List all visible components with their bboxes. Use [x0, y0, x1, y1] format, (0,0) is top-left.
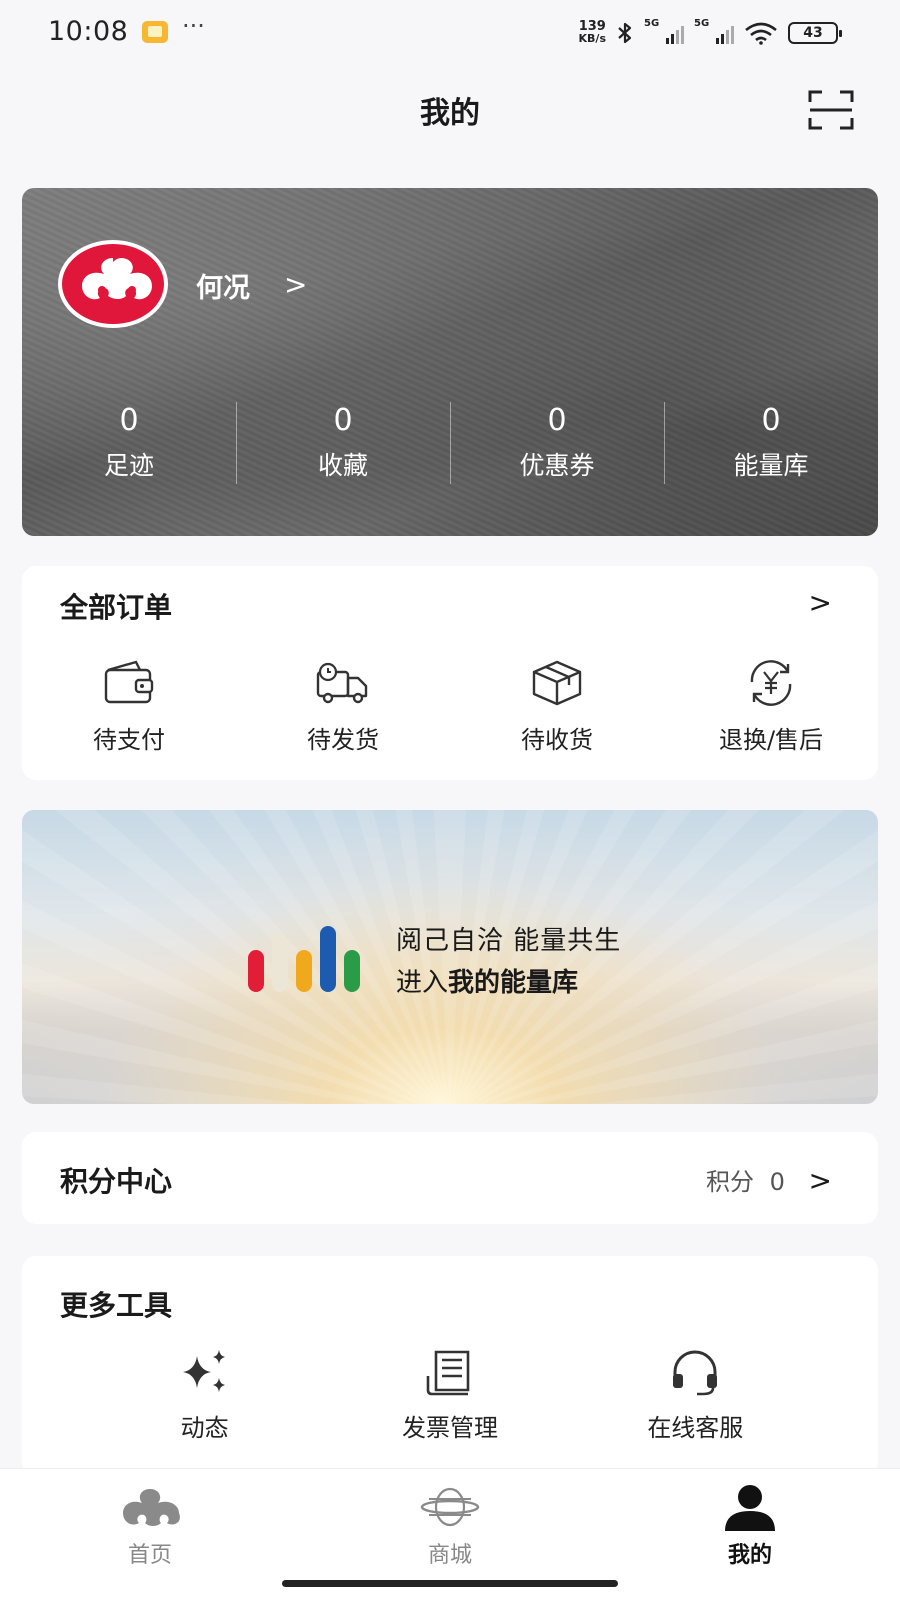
avatar[interactable]: [58, 240, 168, 328]
tool-label: 发票管理: [401, 1414, 498, 1442]
wifi-icon: [745, 22, 777, 45]
signal-1-tag: 5G: [644, 18, 660, 29]
wallet-icon: [104, 660, 154, 704]
order-label: 待发货: [307, 726, 379, 754]
home-cloud-icon: [123, 1489, 180, 1526]
points-summary[interactable]: 积分 0 >: [706, 1162, 832, 1197]
tab-label: 首页: [127, 1543, 172, 1568]
home-indicator[interactable]: [282, 1580, 618, 1587]
tab-label: 商城: [427, 1543, 472, 1568]
banner-cta-bold: 我的能量库: [448, 968, 579, 998]
stat-value: 0: [119, 403, 139, 438]
tool-invoice[interactable]: 发票管理: [327, 1346, 572, 1443]
tab-mine[interactable]: 我的: [600, 1469, 900, 1600]
stat-value: 0: [547, 403, 567, 438]
points-value: 0: [769, 1168, 785, 1196]
tools-title: 更多工具: [60, 1289, 173, 1322]
profile-card: 何况 > 0 足迹 0 收藏 0 优惠券 0 能量库: [22, 188, 878, 536]
stat-footprint[interactable]: 0 足迹: [22, 402, 236, 492]
tool-feed[interactable]: 动态: [82, 1346, 327, 1443]
stat-value: 0: [761, 403, 781, 438]
battery-indicator: 43: [788, 22, 842, 44]
orders-title[interactable]: 全部订单: [60, 586, 172, 626]
network-speed-unit: KB/s: [578, 32, 606, 45]
order-label: 待支付: [93, 726, 165, 754]
tab-home[interactable]: 首页: [0, 1469, 300, 1600]
energy-vault-banner[interactable]: 阅己自洽 能量共生 进入我的能量库: [22, 810, 878, 1104]
energy-bar: [272, 934, 288, 992]
stat-label: 足迹: [103, 451, 154, 480]
stat-label: 收藏: [317, 451, 368, 480]
person-icon: [725, 1485, 775, 1531]
profile-stats: 0 足迹 0 收藏 0 优惠券 0 能量库: [22, 402, 878, 492]
signal-1-icon: 5G: [644, 18, 684, 44]
stat-favorites[interactable]: 0 收藏: [236, 402, 450, 492]
status-indicators: 139 KB/s 5G 5G 43: [578, 18, 842, 48]
energy-bar: [248, 950, 264, 992]
signal-2-tag: 5G: [694, 18, 710, 29]
orders-chevron-icon[interactable]: >: [809, 586, 832, 619]
order-label: 退换/售后: [718, 726, 824, 754]
package-box-icon: [532, 660, 582, 706]
tools-card: 更多工具 动态 发票管理 在线客服: [22, 1256, 878, 1476]
stat-value: 0: [333, 403, 353, 438]
banner-cta-prefix: 进入: [396, 968, 449, 998]
points-chevron-icon: >: [808, 1164, 832, 1197]
banner-cta: 进入我的能量库: [396, 962, 578, 999]
banner-slogan: 阅己自洽 能量共生: [396, 926, 622, 956]
brand-cloud-logo-icon: [82, 258, 152, 300]
order-status-list: 待支付 待发货 待收货 退换/售后: [22, 658, 878, 755]
stat-label: 优惠券: [519, 451, 595, 480]
delivery-truck-icon: [316, 662, 368, 704]
tool-label: 动态: [180, 1414, 229, 1442]
stat-energy-vault[interactable]: 0 能量库: [664, 402, 878, 492]
order-pending-shipment[interactable]: 待发货: [236, 658, 450, 755]
order-label: 待收货: [521, 726, 593, 754]
invoice-icon: [426, 1350, 470, 1396]
order-pending-receipt[interactable]: 待收货: [450, 658, 664, 755]
profile-chevron-icon[interactable]: >: [284, 268, 307, 301]
status-bar: 10:08 ··· 139 KB/s 5G 5G 43: [0, 0, 900, 66]
headset-icon: [673, 1350, 718, 1396]
energy-bar: [296, 950, 312, 992]
order-pending-payment[interactable]: 待支付: [22, 658, 236, 755]
points-title: 积分中心: [60, 1165, 173, 1198]
stat-label: 能量库: [733, 451, 809, 480]
tool-label: 在线客服: [647, 1414, 744, 1442]
energy-bar: [344, 950, 360, 992]
sparkle-icon: [182, 1350, 225, 1392]
notification-app-icon: [142, 21, 168, 43]
tools-list: 动态 发票管理 在线客服: [22, 1346, 878, 1443]
bluetooth-icon: [618, 22, 632, 44]
tab-label: 我的: [727, 1543, 772, 1568]
signal-2-icon: 5G: [694, 18, 734, 44]
status-more: ···: [182, 12, 205, 40]
scan-icon[interactable]: [808, 90, 854, 130]
orders-card: 全部订单 > 待支付 待发货 待收货 退换/售后: [22, 566, 878, 780]
energy-bars-logo: [248, 922, 368, 992]
network-speed: 139 KB/s: [578, 20, 606, 45]
points-label: 积分: [705, 1168, 754, 1196]
status-time: 10:08: [48, 16, 129, 47]
user-name[interactable]: 何况: [196, 266, 250, 305]
tool-customer-service[interactable]: 在线客服: [573, 1346, 818, 1443]
refund-yen-icon: [750, 660, 792, 706]
stat-coupons[interactable]: 0 优惠券: [450, 402, 664, 492]
energy-bar: [320, 926, 336, 992]
points-center-card[interactable]: 积分中心 积分 0 >: [22, 1132, 878, 1224]
order-after-sales[interactable]: 退换/售后: [664, 658, 878, 755]
page-title: 我的: [420, 96, 480, 131]
mall-icon: [420, 1487, 480, 1527]
